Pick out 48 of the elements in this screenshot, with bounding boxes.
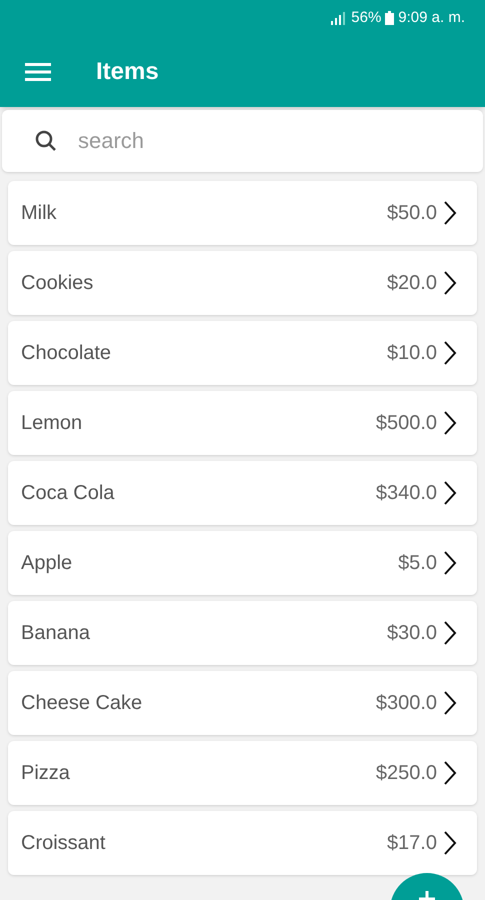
search-field[interactable]: search (2, 110, 483, 172)
item-row[interactable]: Cookies $20.0 (8, 251, 477, 315)
chevron-right-icon (443, 830, 457, 856)
item-name: Milk (21, 201, 58, 226)
item-row[interactable]: Coca Cola $340.0 (8, 461, 477, 525)
item-row[interactable]: Lemon $500.0 (8, 391, 477, 455)
item-row[interactable]: Cheese Cake $300.0 (8, 671, 477, 735)
item-name: Pizza (21, 761, 71, 786)
item-price: $17.0 (386, 831, 437, 856)
chevron-right-icon (443, 550, 457, 576)
item-name: Coca Cola (21, 481, 116, 506)
chevron-right-icon (443, 340, 457, 366)
chevron-right-icon (443, 270, 457, 296)
item-name: Chocolate (21, 341, 112, 366)
item-name: Banana (21, 621, 91, 646)
item-price: $250.0 (376, 761, 437, 786)
chevron-right-icon (443, 200, 457, 226)
chevron-right-icon (443, 760, 457, 786)
chevron-right-icon (443, 620, 457, 646)
item-price: $500.0 (376, 411, 437, 436)
item-price: $5.0 (398, 551, 437, 576)
item-name: Lemon (21, 411, 84, 436)
search-icon (34, 129, 58, 153)
item-price: $50.0 (386, 201, 437, 226)
chevron-right-icon (443, 690, 457, 716)
clock-time: 9:09 a. m. (398, 8, 465, 28)
chevron-right-icon (443, 480, 457, 506)
menu-icon (25, 62, 51, 80)
chevron-right-icon (443, 410, 457, 436)
battery-percent: 56% (351, 8, 382, 28)
item-row[interactable]: Croissant $17.0 (8, 811, 477, 875)
item-price: $300.0 (376, 691, 437, 716)
battery-icon (385, 11, 394, 25)
item-row[interactable]: Milk $50.0 (8, 181, 477, 245)
item-name: Apple (21, 551, 74, 576)
item-price: $30.0 (386, 621, 437, 646)
item-row[interactable]: Pizza $250.0 (8, 741, 477, 805)
item-price: $10.0 (386, 341, 437, 366)
item-row[interactable]: Chocolate $10.0 (8, 321, 477, 385)
item-name: Cookies (21, 271, 94, 296)
item-name: Cheese Cake (21, 691, 144, 716)
signal-icon (331, 12, 348, 24)
item-row[interactable]: Apple $5.0 (8, 531, 477, 595)
item-price: $20.0 (386, 271, 437, 296)
item-name: Croissant (21, 831, 106, 856)
page-title: Items (96, 56, 159, 86)
item-row[interactable]: Banana $30.0 (8, 601, 477, 665)
item-price: $340.0 (376, 481, 437, 506)
